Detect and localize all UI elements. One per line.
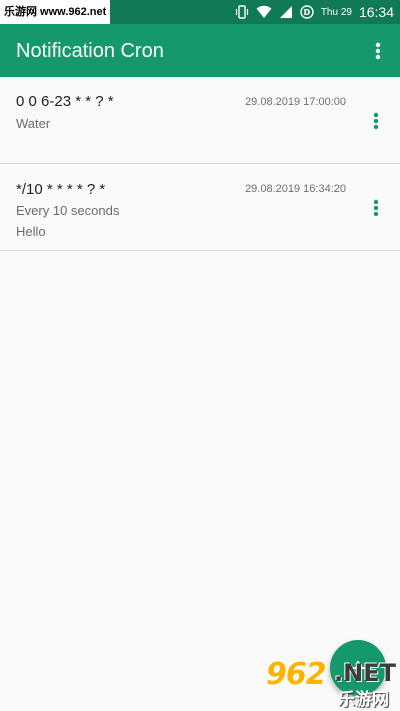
cron-expression: 0 0 6-23 * * ? * <box>16 93 114 110</box>
watermark-logo-net: .NET <box>334 659 396 687</box>
wifi-icon <box>256 5 272 19</box>
more-vert-icon <box>373 199 379 217</box>
app-title: Notification Cron <box>16 40 164 62</box>
item-menu-button[interactable] <box>366 110 386 132</box>
status-date: Thu 29 <box>320 6 352 18</box>
status-icons: D Thu 29 16:34 <box>235 0 394 24</box>
item-menu-button[interactable] <box>366 197 386 219</box>
status-bar: 乐游网 www.962.net D Thu 29 16:34 <box>0 0 400 24</box>
watermark-logo-cn: 乐游网 <box>338 690 389 709</box>
cron-list: 0 0 6-23 * * ? * 29.08.2019 17:00:00 Wat… <box>0 77 400 251</box>
watermark-logo-number: 962 <box>266 657 327 692</box>
signal-icon <box>279 5 293 19</box>
item-description: Every 10 seconds <box>16 203 120 218</box>
next-run-timestamp: 29.08.2019 16:34:20 <box>245 183 346 195</box>
next-run-timestamp: 29.08.2019 17:00:00 <box>245 96 346 108</box>
list-item[interactable]: */10 * * * * ? * 29.08.2019 16:34:20 Eve… <box>0 164 400 251</box>
item-message: Hello <box>16 224 46 239</box>
status-time: 16:34 <box>358 4 394 20</box>
svg-text:D: D <box>303 8 310 17</box>
more-vert-icon <box>375 42 381 60</box>
cron-expression: */10 * * * * ? * <box>16 181 106 198</box>
item-description: Water <box>16 116 51 131</box>
more-vert-icon <box>373 112 379 130</box>
app-bar: Notification Cron <box>0 24 400 77</box>
vibrate-icon <box>235 5 249 19</box>
data-saver-icon: D <box>300 5 314 19</box>
watermark-text: 乐游网 www.962.net <box>0 0 111 24</box>
list-item[interactable]: 0 0 6-23 * * ? * 29.08.2019 17:00:00 Wat… <box>0 77 400 164</box>
overflow-menu-button[interactable] <box>364 36 392 66</box>
app-screen: 乐游网 www.962.net D Thu 29 16:34 Notificat… <box>0 0 400 711</box>
watermark-logo: 962 .NET 乐游网 <box>262 655 396 709</box>
